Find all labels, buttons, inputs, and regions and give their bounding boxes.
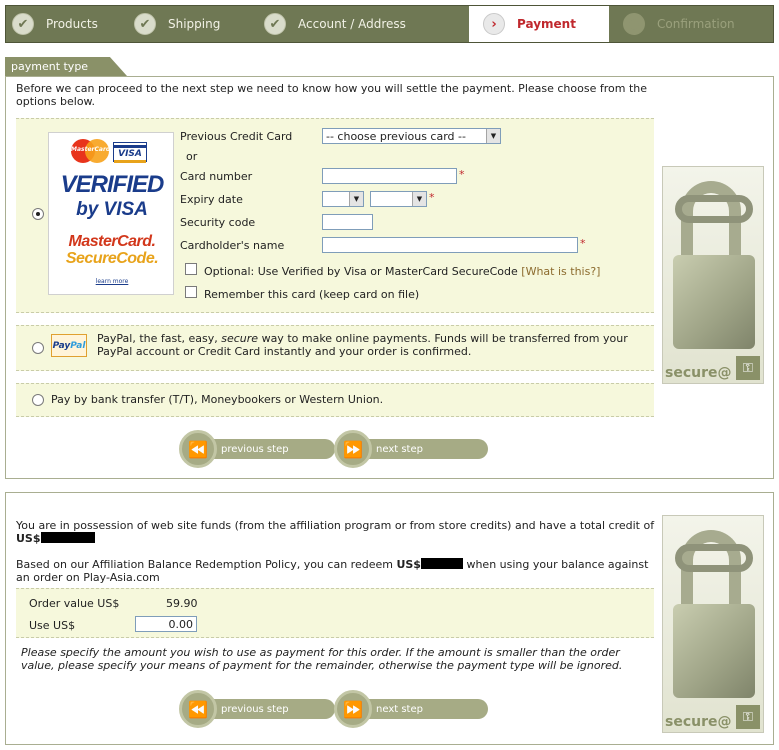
redacted-amount (420, 558, 463, 569)
security-code-label: Security code (180, 216, 256, 229)
bank-transfer-label: Pay by bank transfer (T/T), Moneybookers… (51, 393, 384, 406)
funds-redeem-text: Based on our Affiliation Balance Redempt… (16, 558, 649, 584)
step-label: Products (46, 17, 98, 31)
site-funds-panel: You are in possession of web site funds … (5, 492, 774, 745)
previous-step-button[interactable]: ⏪ previous step (179, 690, 335, 728)
mastercard-small-logo: MasterCard (71, 139, 110, 163)
previous-card-label: Previous Credit Card (180, 130, 293, 143)
step-payment: › Payment (469, 6, 609, 42)
security-code-input[interactable] (322, 214, 373, 230)
chevron-down-icon: ▼ (349, 192, 363, 206)
pending-dot-icon: ● (623, 13, 645, 35)
order-value-box: Order value US$ 59.90 Use US$ 0.00 (16, 588, 654, 638)
use-amount-input[interactable]: 0.00 (135, 616, 197, 632)
check-icon: ✔ (134, 13, 156, 35)
order-value-label: Order value US$ (29, 597, 120, 610)
remember-card-checkbox[interactable] (185, 286, 197, 298)
arrow-right-icon: › (483, 13, 505, 35)
securecode-checkbox[interactable] (185, 263, 197, 275)
step-account-address[interactable]: ✔ Account / Address (264, 6, 469, 42)
required-mark: * (459, 168, 465, 181)
payment-type-tab: payment type (5, 57, 127, 76)
step-label: Account / Address (298, 17, 406, 31)
step-label: Confirmation (657, 17, 735, 31)
chevron-down-icon: ▼ (412, 192, 426, 206)
step-label: Payment (517, 17, 576, 31)
rewind-icon: ⏪ (179, 690, 217, 728)
step-label: Shipping (168, 17, 221, 31)
step-products[interactable]: ✔ Products (6, 6, 134, 42)
secure-padlock-image: secure@ ⚿ (662, 166, 764, 384)
expiry-month-select[interactable]: ▼ (322, 191, 364, 207)
required-mark: * (580, 237, 586, 250)
secure-label: secure@ (665, 365, 732, 381)
credit-card-radio[interactable] (32, 208, 44, 220)
cardholder-name-label: Cardholder's name (180, 239, 285, 252)
padlock-icon (673, 604, 755, 698)
paypal-logo: Pay Pal (51, 334, 87, 357)
by-visa-text: by VISA (76, 199, 148, 220)
funds-note: Please specify the amount you wish to us… (21, 646, 623, 672)
check-icon: ✔ (264, 13, 286, 35)
key-icon: ⚿ (736, 705, 760, 729)
payment-intro-text: Before we can proceed to the next step w… (16, 82, 647, 108)
secure-padlock-image: secure@ ⚿ (662, 515, 764, 733)
expiry-date-label: Expiry date (180, 193, 243, 206)
or-label: or (186, 150, 198, 163)
card-number-input[interactable] (322, 168, 457, 184)
paypal-radio[interactable] (32, 342, 44, 354)
securecode-label: Optional: Use Verified by Visa or Master… (204, 265, 601, 278)
fast-forward-icon: ⏩ (334, 690, 372, 728)
step-shipping[interactable]: ✔ Shipping (134, 6, 264, 42)
padlock-icon (673, 255, 755, 349)
funds-credit-text: You are in possession of web site funds … (16, 519, 655, 545)
remember-card-label: Remember this card (keep card on file) (204, 288, 420, 301)
next-step-button[interactable]: ⏩ next step (334, 690, 488, 728)
next-step-button[interactable]: ⏩ next step (334, 430, 488, 468)
checkout-steps-bar: ✔ Products ✔ Shipping ✔ Account / Addres… (5, 5, 774, 43)
step-confirmation: ● Confirmation (609, 6, 769, 42)
key-icon: ⚿ (736, 356, 760, 380)
expiry-year-select[interactable]: ▼ (370, 191, 427, 207)
use-amount-label: Use US$ (29, 619, 76, 632)
paypal-description: PayPal, the fast, easy, secure way to ma… (97, 332, 628, 358)
rewind-icon: ⏪ (179, 430, 217, 468)
card-number-label: Card number (180, 170, 253, 183)
what-is-this-link[interactable]: [What is this?] (521, 265, 600, 278)
chevron-down-icon: ▼ (486, 129, 500, 143)
required-mark: * (429, 191, 435, 204)
mastercard-securecode: SecureCode. (65, 250, 159, 267)
redacted-amount (40, 532, 95, 543)
verified-by-visa-text: VERIFIED (60, 171, 165, 198)
credit-card-option: MasterCard VISA VERIFIED by VISA MasterC… (16, 118, 654, 313)
order-value: 59.90 (166, 597, 198, 610)
check-icon: ✔ (12, 13, 34, 35)
cardholder-name-input[interactable] (322, 237, 578, 253)
previous-card-select[interactable]: -- choose previous card -- ▼ (322, 128, 501, 144)
bank-transfer-option: Pay by bank transfer (T/T), Moneybookers… (16, 383, 654, 417)
previous-step-button[interactable]: ⏪ previous step (179, 430, 335, 468)
bank-transfer-radio[interactable] (32, 394, 44, 406)
learn-more-link[interactable]: learn more (53, 278, 171, 285)
visa-small-logo: VISA (113, 142, 147, 163)
payment-type-panel: Before we can proceed to the next step w… (5, 76, 774, 479)
card-brands-logo: MasterCard VISA VERIFIED by VISA MasterC… (48, 132, 174, 295)
paypal-option: Pay Pal PayPal, the fast, easy, secure wa… (16, 325, 654, 371)
mastercard-name: MasterCard. (68, 233, 156, 250)
fast-forward-icon: ⏩ (334, 430, 372, 468)
secure-label: secure@ (665, 714, 732, 730)
